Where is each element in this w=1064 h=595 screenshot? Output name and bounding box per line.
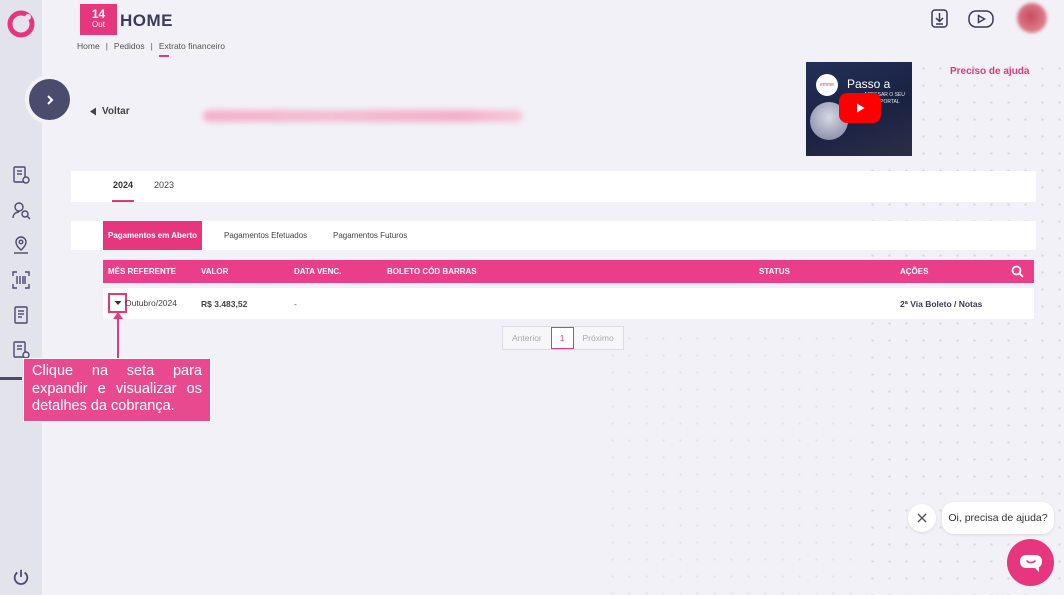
table-header: MÊS REFERENTE VALOR DATA VENC. BOLETO CÓ… xyxy=(103,260,1034,283)
tab-open-payments[interactable]: Pagamentos em Aberto xyxy=(103,221,203,250)
location-pin-icon[interactable] xyxy=(11,235,31,255)
cell-month: Outubro/2024 xyxy=(125,298,177,308)
breadcrumb-orders[interactable]: Pedidos xyxy=(114,41,145,51)
breadcrumb-separator: | xyxy=(150,41,153,51)
tab-paid-payments[interactable]: Pagamentos Efetuados xyxy=(219,221,312,250)
breadcrumb-current: Extrato financeiro xyxy=(158,41,225,57)
video-play-icon[interactable] xyxy=(968,10,994,28)
chevron-right-icon xyxy=(46,94,53,105)
orders-list-icon[interactable] xyxy=(11,165,31,185)
help-video-thumbnail[interactable]: emme Passo a ACESSAR O SEU NOVO PORTAL xyxy=(806,62,912,156)
tab-future-payments[interactable]: Pagamentos Futuros xyxy=(328,221,412,250)
page-title: HOME xyxy=(120,11,173,30)
tooltip-pointer xyxy=(113,312,123,359)
column-barcode: BOLETO CÓD BARRAS xyxy=(387,267,477,276)
pager-page-1[interactable]: 1 xyxy=(550,327,574,349)
year-tabs: 2024 2023 xyxy=(71,171,1036,202)
breadcrumb: Home | Pedidos | Extrato financeiro xyxy=(77,41,225,57)
payment-status-tabs: Pagamentos em Aberto Pagamentos Efetuado… xyxy=(71,221,1036,250)
caret-left-icon xyxy=(90,107,96,116)
power-icon[interactable] xyxy=(12,568,30,586)
tab-year-2024[interactable]: 2024 xyxy=(111,180,135,202)
back-button[interactable]: Voltar xyxy=(89,106,130,117)
date-badge: 14 Out xyxy=(80,4,117,35)
column-month: MÊS REFERENTE xyxy=(108,267,177,276)
document-icon[interactable] xyxy=(11,305,31,325)
chat-icon xyxy=(1019,554,1042,572)
play-icon xyxy=(857,103,865,113)
brand-logo-icon[interactable] xyxy=(6,9,36,39)
pagination: Anterior 1 Próximo xyxy=(502,326,624,350)
cell-value: R$ 3.483,52 xyxy=(201,299,248,309)
user-avatar[interactable] xyxy=(1017,3,1047,33)
sidebar-active-indicator xyxy=(0,377,22,380)
youtube-play-button[interactable] xyxy=(839,93,881,123)
video-title: Passo a xyxy=(847,77,891,91)
video-brand-logo: emme xyxy=(816,74,838,96)
close-icon xyxy=(917,513,927,523)
pager-previous[interactable]: Anterior xyxy=(503,327,551,349)
caret-down-icon xyxy=(114,301,121,305)
column-due-date: DATA VENC. xyxy=(294,267,342,276)
barcode-scan-icon[interactable] xyxy=(11,270,31,290)
chat-greeting[interactable]: Oi, precisa de ajuda? xyxy=(942,502,1054,534)
tutorial-tooltip: Clique na seta para expandir e visualiza… xyxy=(23,358,211,422)
column-value: VALOR xyxy=(201,267,229,276)
column-status: STATUS xyxy=(759,267,790,276)
breadcrumb-separator: | xyxy=(105,41,108,51)
date-day: 14 xyxy=(91,7,106,21)
financial-statement-icon[interactable] xyxy=(11,340,31,360)
search-icon[interactable] xyxy=(1011,265,1024,278)
column-actions: AÇÕES xyxy=(900,267,929,276)
user-search-icon[interactable] xyxy=(11,200,31,220)
pager-next[interactable]: Próximo xyxy=(574,327,623,349)
blurred-customer-title xyxy=(203,110,523,122)
expand-sidebar-button[interactable] xyxy=(29,79,70,120)
breadcrumb-home[interactable]: Home xyxy=(77,41,100,51)
download-icon[interactable] xyxy=(931,9,948,28)
chat-open-button[interactable] xyxy=(1007,539,1054,586)
second-copy-invoice-link[interactable]: 2ª Via Boleto / Notas xyxy=(900,299,982,309)
table-row: Outubro/2024 R$ 3.483,52 - 2ª Via Boleto… xyxy=(103,288,1034,319)
date-month: Out xyxy=(92,20,105,29)
cell-due-date: - xyxy=(294,299,297,309)
decorative-dots-lower xyxy=(604,330,864,595)
chat-close-button[interactable] xyxy=(908,504,936,532)
back-label: Voltar xyxy=(102,106,130,117)
help-title: Preciso de ajuda xyxy=(950,66,1030,77)
tab-year-2023[interactable]: 2023 xyxy=(154,180,174,190)
